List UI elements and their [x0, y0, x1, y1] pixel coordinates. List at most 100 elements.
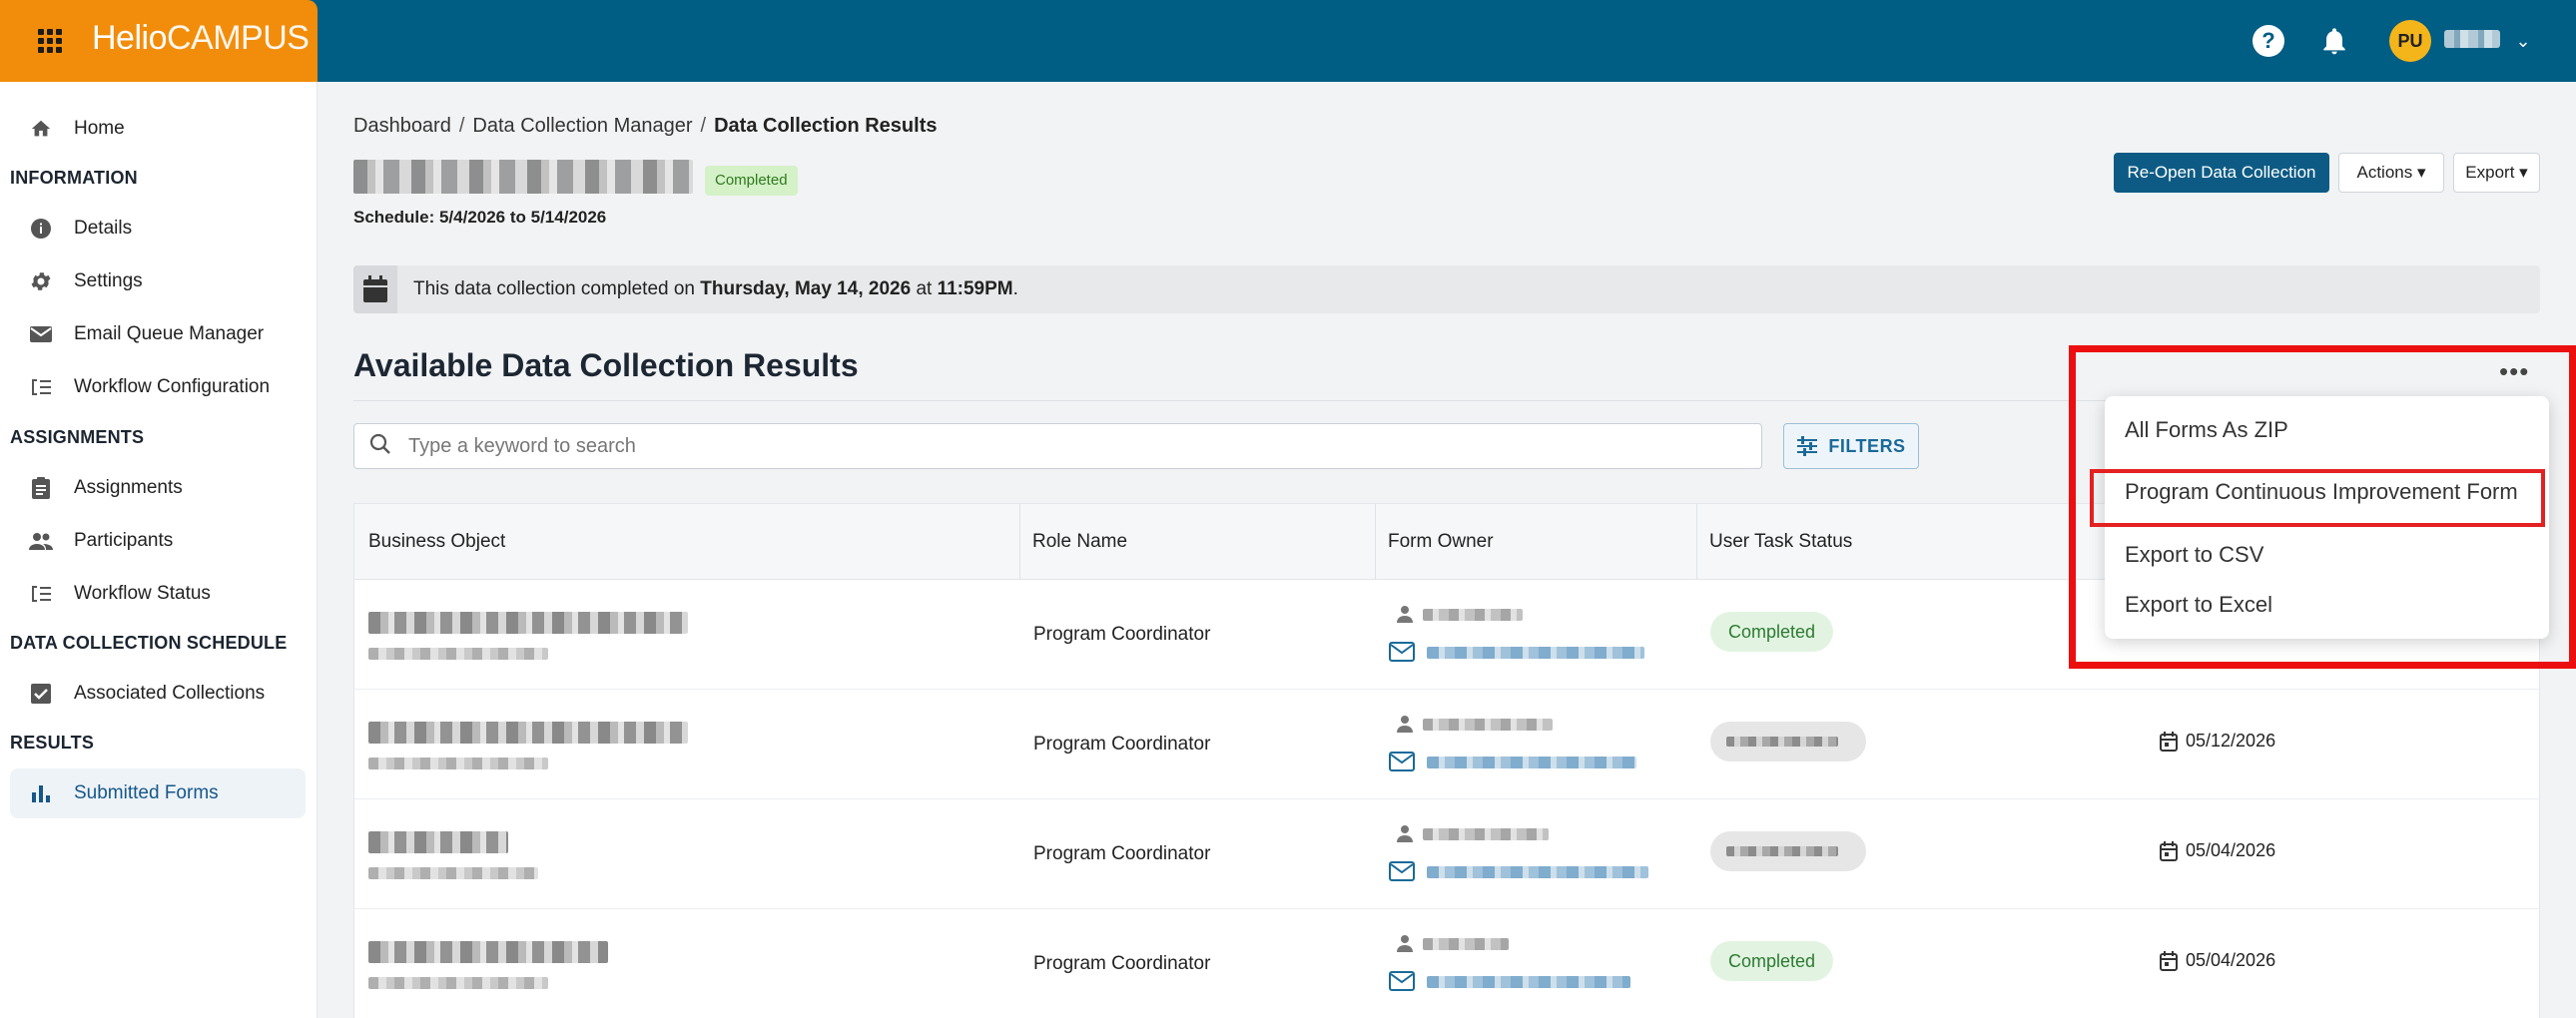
- role-name: Program Coordinator: [1033, 953, 1211, 974]
- person-icon: [1397, 606, 1413, 623]
- sidebar-item-label: Assignments: [74, 477, 183, 498]
- bar-chart-icon: [26, 778, 56, 808]
- mail-icon: [26, 319, 56, 349]
- role-name: Program Coordinator: [1033, 843, 1211, 864]
- date-text: 05/04/2026: [2186, 840, 2276, 860]
- due-date: 05/04/2026: [2160, 950, 2275, 971]
- person-icon: [1397, 716, 1413, 733]
- business-object-sub-redacted: [368, 648, 548, 660]
- table-row[interactable]: Program Coordinator 05/04/2026: [354, 799, 2539, 909]
- column-form-owner[interactable]: Form Owner: [1375, 504, 1494, 580]
- avatar[interactable]: PU: [2389, 20, 2431, 62]
- business-object-sub-redacted: [368, 867, 538, 879]
- sidebar-item-settings[interactable]: Settings: [10, 256, 306, 306]
- sidebar-item-home[interactable]: Home: [10, 104, 306, 154]
- app-grid-icon[interactable]: [38, 29, 62, 53]
- mail-icon[interactable]: [1389, 641, 1415, 663]
- due-date: 05/12/2026: [2160, 731, 2275, 752]
- owner-email-redacted[interactable]: [1427, 757, 1636, 768]
- calendar-icon: [2160, 731, 2178, 752]
- sidebar-item-submitted-forms[interactable]: Submitted Forms: [10, 768, 306, 818]
- breadcrumb-separator: /: [458, 115, 465, 137]
- business-object-redacted: [368, 612, 688, 634]
- status-badge: Completed: [1710, 941, 1834, 981]
- notice-prefix: This data collection completed on: [413, 278, 695, 299]
- more-options-icon[interactable]: •••: [2499, 358, 2529, 384]
- sidebar-item-label: Submitted Forms: [74, 782, 219, 803]
- logo[interactable]: HelioCAMPUS: [92, 19, 310, 58]
- sidebar-item-workflow-status[interactable]: Workflow Status: [10, 569, 306, 619]
- status-badge: Completed: [705, 166, 798, 196]
- gear-icon: [26, 266, 56, 296]
- sidebar: Home INFORMATION Details Settings Email …: [0, 82, 318, 1018]
- search-icon: [368, 432, 396, 461]
- owner-name-redacted: [1423, 828, 1549, 840]
- people-icon: [26, 526, 56, 556]
- schedule-text: Schedule: 5/4/2026 to 5/14/2026: [353, 208, 607, 227]
- clipboard-icon: [26, 473, 56, 503]
- logo-bold: Helio: [92, 19, 167, 57]
- chevron-down-icon[interactable]: ⌄: [2512, 30, 2534, 52]
- info-icon: [26, 214, 56, 244]
- sidebar-item-label: Associated Collections: [74, 683, 266, 704]
- help-icon[interactable]: ?: [2253, 25, 2284, 57]
- notice-time: 11:59PM: [937, 278, 1013, 299]
- search-box: [353, 423, 1762, 469]
- business-object-sub-redacted: [368, 758, 548, 769]
- menu-item-export-excel[interactable]: Export to Excel: [2125, 592, 2272, 618]
- table-row[interactable]: Program Coordinator 05/12/2026: [354, 690, 2539, 799]
- due-date: 05/04/2026: [2160, 840, 2275, 861]
- mail-icon[interactable]: [1389, 860, 1415, 882]
- menu-item-program-improvement-form[interactable]: Program Continuous Improvement Form: [2125, 479, 2518, 505]
- notice-text: This data collection completed on Thursd…: [413, 278, 1018, 300]
- menu-item-export-csv[interactable]: Export to CSV: [2125, 542, 2263, 568]
- column-user-task-status[interactable]: User Task Status: [1696, 504, 1852, 580]
- column-business-object[interactable]: Business Object: [368, 504, 505, 580]
- owner-email-redacted[interactable]: [1427, 976, 1630, 988]
- business-object-redacted: [368, 722, 688, 744]
- sidebar-item-workflow-config[interactable]: Workflow Configuration: [10, 362, 306, 412]
- person-icon: [1397, 935, 1413, 952]
- sidebar-item-associated-collections[interactable]: Associated Collections: [10, 669, 306, 719]
- breadcrumb-dashboard[interactable]: Dashboard: [353, 115, 451, 137]
- sidebar-item-label: Settings: [74, 270, 143, 291]
- filters-label: FILTERS: [1828, 435, 1906, 456]
- mail-icon[interactable]: [1389, 751, 1415, 772]
- sidebar-item-label: Details: [74, 218, 133, 239]
- notice-date: Thursday, May 14, 2026: [700, 278, 912, 299]
- status-badge: Completed: [1710, 612, 1834, 652]
- sidebar-item-assignments[interactable]: Assignments: [10, 463, 306, 513]
- owner-email-redacted[interactable]: [1427, 647, 1644, 659]
- breadcrumb-manager[interactable]: Data Collection Manager: [472, 115, 692, 137]
- filter-sliders-icon: [1797, 436, 1818, 456]
- section-information: INFORMATION: [10, 168, 138, 188]
- bell-icon[interactable]: [2318, 24, 2350, 58]
- table-row[interactable]: Program Coordinator Completed 05/04/2026: [354, 909, 2539, 1018]
- checkbox-icon: [26, 679, 56, 709]
- workflow-icon: [26, 372, 56, 402]
- workflow-icon: [26, 579, 56, 609]
- username-redacted[interactable]: [2444, 30, 2500, 48]
- top-bar: HelioCAMPUS ? PU ⌄: [0, 0, 2576, 82]
- calendar-icon: [2160, 950, 2178, 971]
- actions-button[interactable]: Actions ▾: [2338, 153, 2444, 193]
- results-title: Available Data Collection Results: [353, 347, 859, 383]
- section-results: RESULTS: [10, 733, 95, 753]
- sidebar-item-email-queue[interactable]: Email Queue Manager: [10, 309, 306, 359]
- mail-icon[interactable]: [1389, 970, 1415, 992]
- date-text: 05/12/2026: [2186, 731, 2276, 751]
- owner-name-redacted: [1423, 719, 1553, 731]
- reopen-button[interactable]: Re-Open Data Collection: [2114, 153, 2329, 193]
- search-input[interactable]: [408, 434, 1706, 458]
- page-title-redacted: [353, 160, 693, 194]
- sidebar-item-details[interactable]: Details: [10, 204, 306, 254]
- export-button[interactable]: Export ▾: [2453, 153, 2540, 193]
- sidebar-item-label: Home: [74, 118, 125, 139]
- section-schedule: DATA COLLECTION SCHEDULE: [10, 633, 288, 653]
- menu-item-all-forms-zip[interactable]: All Forms As ZIP: [2125, 417, 2288, 443]
- column-role-name[interactable]: Role Name: [1019, 504, 1127, 580]
- brand-area: HelioCAMPUS: [0, 0, 318, 82]
- owner-email-redacted[interactable]: [1427, 866, 1648, 878]
- sidebar-item-participants[interactable]: Participants: [10, 516, 306, 566]
- filters-button[interactable]: FILTERS: [1783, 423, 1919, 469]
